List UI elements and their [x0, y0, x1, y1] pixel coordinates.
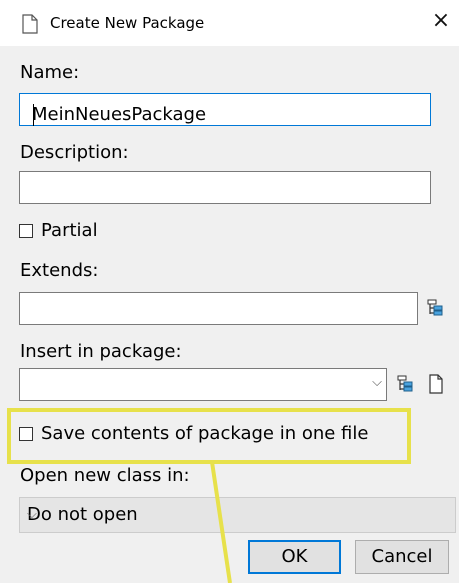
- insert-in-package-label: Insert in package:: [20, 341, 182, 362]
- class-tree-icon[interactable]: [396, 375, 414, 393]
- extends-label: Extends:: [20, 260, 99, 281]
- class-tree-icon[interactable]: [426, 299, 444, 317]
- save-one-file-label: Save contents of package in one file: [41, 423, 369, 444]
- partial-checkbox-row[interactable]: Partial: [19, 220, 169, 244]
- name-label: Name:: [20, 62, 80, 83]
- extends-input[interactable]: [19, 292, 418, 325]
- insert-in-package-combo[interactable]: ⌵: [19, 368, 387, 401]
- description-input[interactable]: [19, 171, 431, 204]
- chevron-down-icon[interactable]: ⌵: [372, 375, 382, 390]
- document-icon: [22, 14, 38, 34]
- name-input[interactable]: MeinNeuesPackage: [19, 93, 431, 126]
- partial-label: Partial: [41, 220, 98, 241]
- cancel-button[interactable]: Cancel: [355, 540, 449, 574]
- close-button[interactable]: ×: [430, 9, 452, 33]
- new-file-icon[interactable]: [428, 374, 444, 394]
- description-label: Description:: [20, 142, 129, 163]
- window-title: Create New Package: [50, 14, 205, 32]
- partial-checkbox[interactable]: [19, 224, 33, 238]
- save-one-file-checkbox[interactable]: [19, 427, 33, 441]
- ok-button[interactable]: OK: [248, 540, 341, 574]
- title-bar: Create New Package ×: [0, 0, 459, 46]
- text-caret: [33, 104, 34, 126]
- open-new-class-label: Open new class in:: [20, 465, 190, 486]
- annotation-pointer-line: [210, 462, 232, 583]
- name-input-value: MeinNeuesPackage: [32, 104, 207, 125]
- save-one-file-checkbox-row[interactable]: Save contents of package in one file: [19, 423, 409, 447]
